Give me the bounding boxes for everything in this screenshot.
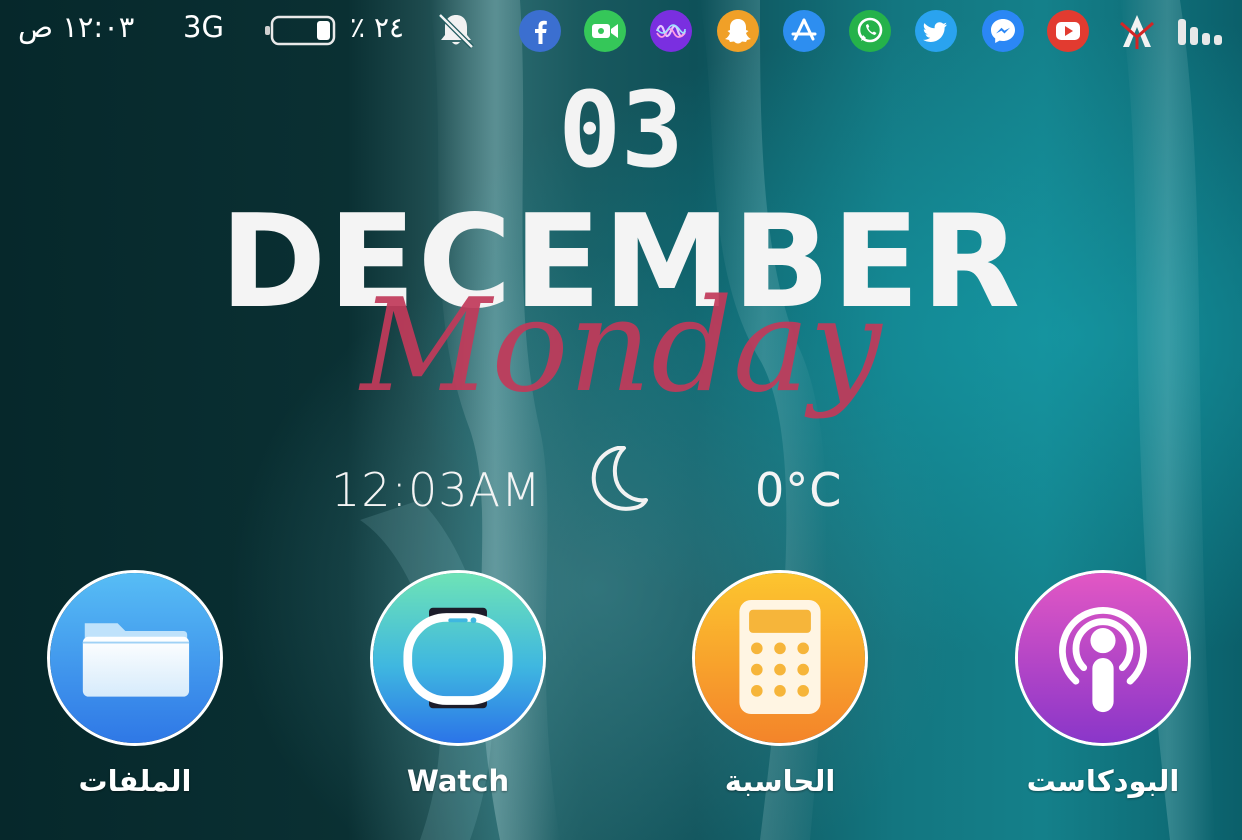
battery-percent: ٢٤ ٪: [350, 11, 405, 44]
battery-icon: [265, 15, 336, 46]
status-time: ١٢:٠٣ ص: [18, 10, 135, 44]
messenger-icon[interactable]: [981, 9, 1025, 53]
siri-icon[interactable]: [649, 9, 693, 53]
app-podcasts[interactable]: البودكاست: [1013, 570, 1193, 798]
app-store-icon[interactable]: [782, 9, 826, 53]
crescent-moon-icon: [591, 446, 648, 511]
app-watch-label: Watch: [406, 764, 510, 798]
widget-time: 12:03AM: [331, 463, 542, 517]
app-watch[interactable]: Watch: [368, 570, 548, 798]
podcasts-icon[interactable]: [1015, 570, 1191, 746]
app-files-label: الملفات: [78, 764, 192, 798]
youtube-icon[interactable]: [1046, 9, 1090, 53]
signal-bars-icon: [1178, 19, 1222, 45]
status-bar: ١٢:٠٣ ص 3G ٢٤ ٪: [0, 0, 1242, 64]
muted-bell-icon: [438, 13, 474, 49]
widget-temperature: 0°C: [755, 463, 843, 517]
calculator-icon[interactable]: [692, 570, 868, 746]
watch-icon[interactable]: [370, 570, 546, 746]
app-files[interactable]: الملفات: [45, 570, 225, 798]
app-calculator-label: الحاسبة: [724, 764, 836, 798]
app-calculator[interactable]: الحاسبة: [690, 570, 870, 798]
app-podcasts-label: البودكاست: [1026, 764, 1180, 798]
snapchat-icon[interactable]: [716, 9, 760, 53]
widget-day: 03: [558, 69, 684, 191]
facebook-icon[interactable]: [518, 9, 562, 53]
widget-weekday: Monday: [360, 272, 882, 421]
whatsapp-icon[interactable]: [848, 9, 892, 53]
files-icon[interactable]: [47, 570, 223, 746]
twitter-icon[interactable]: [914, 9, 958, 53]
altstore-icon[interactable]: [1115, 9, 1159, 53]
network-type: 3G: [183, 10, 224, 44]
facetime-icon[interactable]: [583, 9, 627, 53]
